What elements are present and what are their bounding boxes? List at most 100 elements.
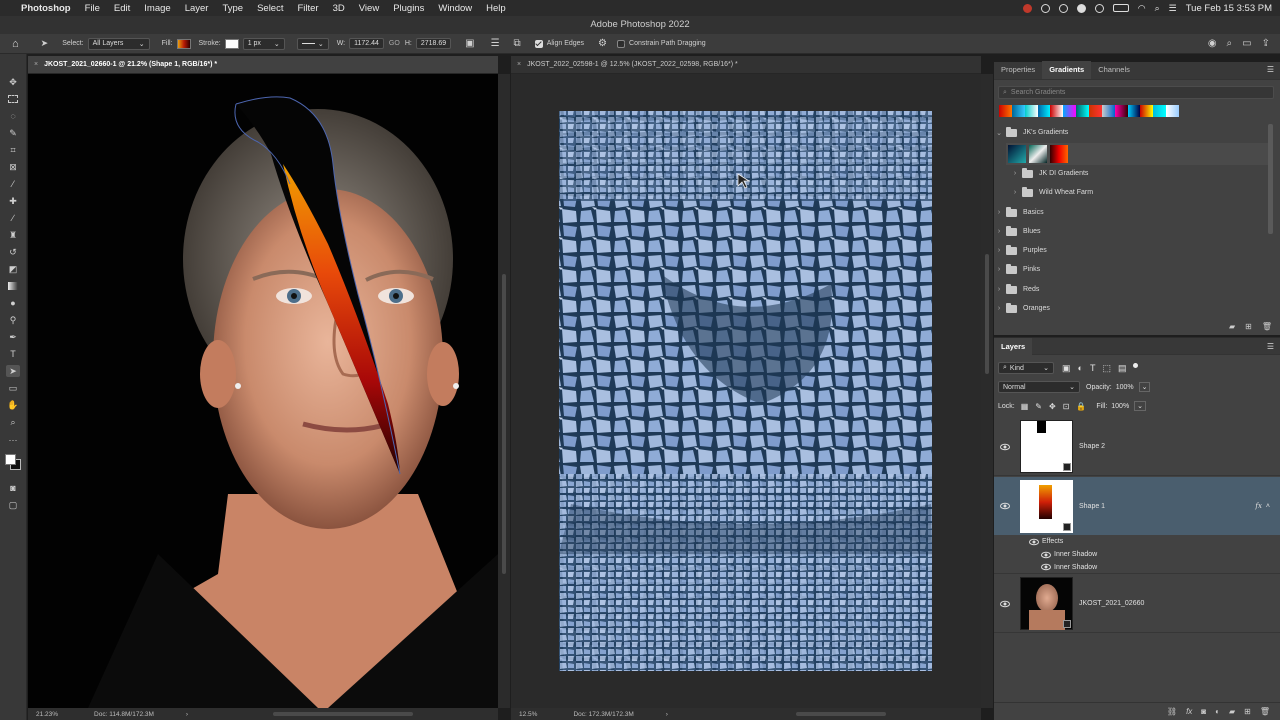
doc-size-left[interactable]: Doc: 114.8M/172.3M bbox=[94, 711, 154, 718]
lasso-tool-icon[interactable]: ◌ bbox=[6, 110, 20, 122]
workspace-icon[interactable]: ▭ bbox=[1242, 38, 1251, 49]
width-input[interactable]: 1172.44 bbox=[349, 38, 384, 49]
eraser-tool-icon[interactable]: ◩ bbox=[6, 263, 20, 275]
lock-artboard-icon[interactable]: ⊡ bbox=[1063, 402, 1070, 411]
menu-plugins[interactable]: Plugins bbox=[386, 3, 431, 14]
tab-gradients[interactable]: Gradients bbox=[1042, 61, 1092, 79]
select-dropdown[interactable]: All Layers ⌄ bbox=[87, 37, 150, 50]
healing-tool-icon[interactable]: ✚ bbox=[6, 195, 20, 207]
marquee-tool-icon[interactable] bbox=[6, 93, 20, 105]
chevron-right-icon[interactable]: › bbox=[994, 228, 1004, 235]
link-layers-icon[interactable]: ⛓ bbox=[1167, 707, 1177, 716]
kind-dropdown[interactable]: ⌕ Kind ⌄ bbox=[998, 362, 1054, 374]
color-swatches[interactable] bbox=[4, 452, 24, 472]
recent-gradients-strip[interactable] bbox=[999, 105, 1180, 117]
type-tool-icon[interactable]: T bbox=[6, 348, 20, 360]
path-operations-icon[interactable]: ▣ bbox=[465, 38, 474, 49]
menu-3d[interactable]: 3D bbox=[326, 3, 352, 14]
link-icon[interactable]: GO bbox=[389, 40, 400, 47]
layer-name[interactable]: Shape 1 bbox=[1079, 503, 1105, 510]
status-arrow-icon[interactable]: › bbox=[666, 711, 668, 718]
layer-thumbnail[interactable] bbox=[1020, 479, 1073, 533]
gradient-swatch[interactable] bbox=[1008, 145, 1026, 163]
eye-icon[interactable] bbox=[997, 599, 1013, 609]
opacity-value[interactable]: 100% bbox=[1116, 384, 1134, 391]
search-icon[interactable]: ⌕ bbox=[1155, 3, 1160, 14]
wifi-icon[interactable]: ◠ bbox=[1138, 3, 1146, 14]
height-input[interactable]: 2718.69 bbox=[415, 38, 452, 49]
chevron-right-icon[interactable]: › bbox=[1010, 189, 1020, 196]
menu-layer[interactable]: Layer bbox=[178, 3, 216, 14]
battery-icon[interactable] bbox=[1112, 4, 1129, 12]
status-arrow-icon[interactable]: › bbox=[186, 711, 188, 718]
tab-channels[interactable]: Channels bbox=[1091, 61, 1137, 79]
add-mask-icon[interactable]: ◙ bbox=[1201, 707, 1206, 716]
canvas-right[interactable] bbox=[511, 74, 981, 708]
search-gradients-input[interactable]: ⌕ Search Gradients bbox=[998, 86, 1274, 99]
type-filter-icon[interactable]: T bbox=[1090, 363, 1096, 373]
screen-mode-icon[interactable]: ▢ bbox=[6, 499, 20, 511]
horizontal-scrollbar-left[interactable] bbox=[273, 712, 413, 716]
effect-label[interactable]: Inner Shadow bbox=[1054, 564, 1097, 571]
chevron-right-icon[interactable]: › bbox=[1010, 170, 1020, 177]
pen-tool-icon[interactable]: ✒ bbox=[6, 331, 20, 343]
new-folder-icon[interactable]: ▰ bbox=[1229, 322, 1235, 331]
adjustment-layer-icon[interactable]: ◐ bbox=[1215, 707, 1220, 716]
panel-menu-icon[interactable]: ☰ bbox=[1267, 342, 1274, 351]
user-icon[interactable] bbox=[1094, 3, 1104, 13]
lock-transparent-icon[interactable]: ▦ bbox=[1021, 402, 1029, 411]
effect-row-inner-shadow[interactable]: Inner Shadow bbox=[994, 548, 1280, 561]
folder-wild-wheat-farm[interactable]: › Wild Wheat Farm bbox=[994, 183, 1266, 202]
chevron-up-icon[interactable]: ˄ bbox=[1266, 503, 1270, 510]
eye-icon[interactable] bbox=[997, 442, 1013, 452]
layer-row-shape-2[interactable]: Shape 2 bbox=[994, 418, 1280, 476]
more-tools-icon[interactable]: ··· bbox=[6, 434, 20, 446]
menu-file[interactable]: File bbox=[78, 3, 107, 14]
foreground-color-swatch[interactable] bbox=[5, 454, 16, 465]
layer-name[interactable]: Shape 2 bbox=[1079, 443, 1105, 450]
layer-row-photo[interactable]: JKOST_2021_02660 bbox=[994, 575, 1280, 633]
lock-position-icon[interactable]: ✥ bbox=[1049, 402, 1056, 411]
menu-window[interactable]: Window bbox=[431, 3, 479, 14]
path-selection-tool-icon[interactable]: ➤ bbox=[6, 365, 20, 377]
rectangle-tool-icon[interactable]: ▭ bbox=[6, 382, 20, 394]
constrain-checkbox[interactable] bbox=[617, 39, 626, 48]
tab-layers[interactable]: Layers bbox=[994, 338, 1033, 355]
doc-size-right[interactable]: Doc: 172.3M/172.3M bbox=[573, 711, 633, 718]
vertical-scrollbar-left[interactable] bbox=[498, 74, 510, 708]
menu-select[interactable]: Select bbox=[250, 3, 290, 14]
filter-toggle-icon[interactable] bbox=[1133, 362, 1139, 368]
chevron-right-icon[interactable]: › bbox=[994, 209, 1004, 216]
menu-image[interactable]: Image bbox=[137, 3, 177, 14]
search-icon[interactable]: ⌕ bbox=[1227, 38, 1233, 49]
layer-row-shape-1[interactable]: Shape 1 fx ˄ bbox=[994, 477, 1280, 535]
fx-badge[interactable]: fx bbox=[1255, 502, 1262, 510]
tab-properties[interactable]: Properties bbox=[994, 61, 1042, 79]
brush-tool-icon[interactable]: ∕ bbox=[6, 212, 20, 224]
zoom-level-left[interactable]: 21.23% bbox=[36, 711, 58, 718]
gear-icon[interactable]: ⚙ bbox=[598, 38, 607, 49]
document-tab-right[interactable]: × JKOST_2022_02598-1 @ 12.5% (JKOST_2022… bbox=[511, 56, 981, 74]
fill-dropdown-icon[interactable]: ⌄ bbox=[1134, 401, 1147, 411]
lock-image-icon[interactable]: ✎ bbox=[1035, 402, 1042, 411]
menu-view[interactable]: View bbox=[352, 3, 386, 14]
stroke-width-dropdown[interactable]: 1 px ⌄ bbox=[242, 37, 285, 50]
path-selection-icon[interactable]: ➤ bbox=[41, 38, 49, 49]
add-style-icon[interactable]: fx bbox=[1186, 707, 1192, 716]
effects-row[interactable]: Effects bbox=[994, 535, 1280, 548]
quick-select-tool-icon[interactable]: ✎ bbox=[6, 127, 20, 139]
panel-menu-icon[interactable]: ☰ bbox=[1267, 65, 1274, 74]
gradient-swatch[interactable] bbox=[1050, 145, 1068, 163]
trash-icon[interactable]: 🗑 bbox=[1262, 322, 1272, 331]
path-arrangement-icon[interactable]: ⧉ bbox=[514, 38, 521, 49]
folder-pinks[interactable]: › Pinks bbox=[994, 260, 1266, 279]
menu-type[interactable]: Type bbox=[215, 3, 250, 14]
chevron-right-icon[interactable]: › bbox=[994, 266, 1004, 273]
home-icon[interactable]: ⌂ bbox=[12, 38, 19, 50]
new-layer-icon[interactable]: ⊞ bbox=[1244, 707, 1251, 716]
close-icon[interactable]: × bbox=[34, 61, 38, 68]
horizontal-scrollbar-right[interactable] bbox=[796, 712, 886, 716]
folder-oranges[interactable]: › Oranges bbox=[994, 299, 1266, 318]
clock[interactable]: Tue Feb 15 3:53 PM bbox=[1186, 3, 1272, 14]
new-group-icon[interactable]: ▰ bbox=[1229, 707, 1235, 716]
